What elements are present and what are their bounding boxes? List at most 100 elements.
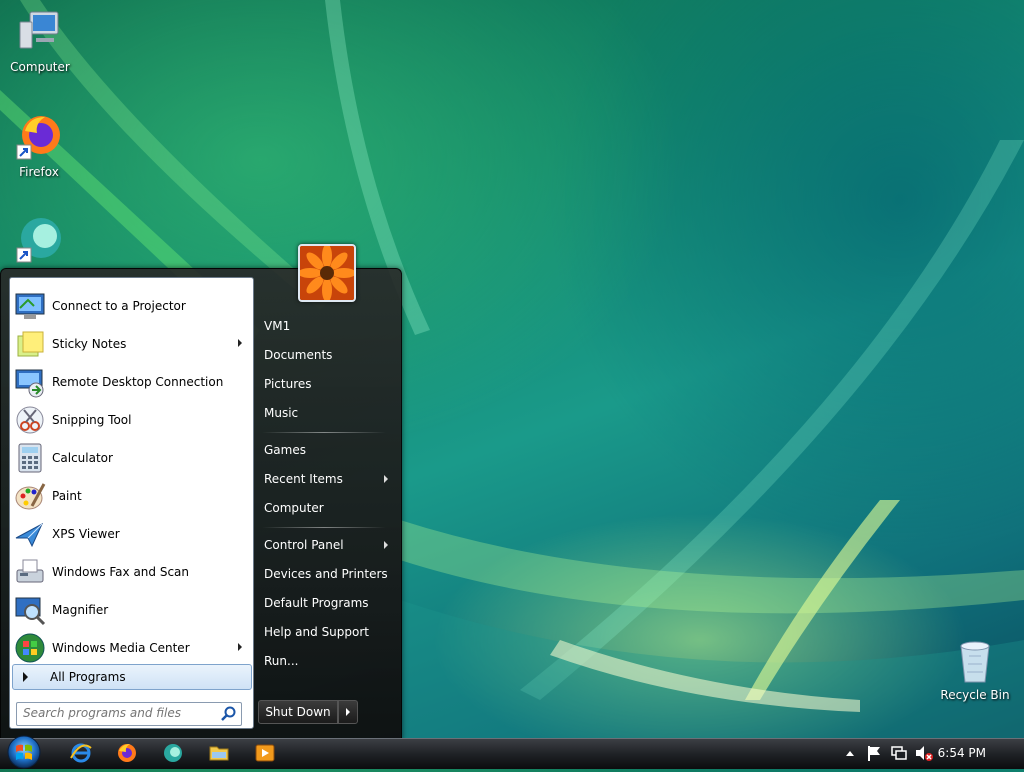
chevron-up-icon [846, 751, 854, 756]
right-item-label: Control Panel [264, 538, 344, 552]
program-label: XPS Viewer [52, 527, 120, 541]
program-label: Calculator [52, 451, 113, 465]
tray-action-center[interactable] [866, 742, 884, 764]
start-right-documents[interactable]: Documents [258, 343, 394, 367]
taskbar-firefox[interactable] [116, 742, 138, 764]
taskbar-media-player[interactable] [254, 742, 276, 764]
desktop-icon-app[interactable] [0, 216, 79, 268]
right-item-label: Documents [264, 348, 333, 362]
desktop-icon-firefox[interactable]: Firefox [0, 113, 79, 179]
desktop-icon-label: Computer [10, 60, 70, 74]
program-label: Magnifier [52, 603, 109, 617]
start-right-devices-and-printers[interactable]: Devices and Printers [258, 562, 394, 586]
all-programs-button[interactable]: All Programs [12, 664, 252, 690]
menu-separator [262, 432, 386, 433]
app-icon [164, 744, 182, 762]
folder-icon [209, 746, 229, 761]
program-label: Remote Desktop Connection [52, 375, 224, 389]
right-item-label: Pictures [264, 377, 312, 391]
start-right-recent-items[interactable]: Recent Items [258, 467, 394, 491]
program-connect-to-projector[interactable]: Connect to a Projector [12, 288, 250, 324]
remote-desktop-icon [14, 366, 46, 398]
start-right-music[interactable]: Music [258, 401, 394, 425]
submenu-arrow-icon [238, 339, 242, 347]
start-button[interactable] [4, 735, 44, 769]
program-label: Windows Media Center [52, 641, 190, 655]
right-item-label: Default Programs [264, 596, 369, 610]
search-icon[interactable] [221, 706, 237, 722]
flag-icon [868, 746, 880, 761]
program-snipping-tool[interactable]: Snipping Tool [12, 402, 250, 438]
program-label: Paint [52, 489, 82, 503]
flower-icon [300, 246, 354, 300]
program-xps-viewer[interactable]: XPS Viewer [12, 516, 250, 552]
tray-show-hidden[interactable] [844, 742, 856, 764]
desktop-icon-recycle-bin[interactable]: Recycle Bin [935, 636, 1015, 702]
play-triangle-icon [23, 672, 28, 682]
windows-logo-icon [7, 735, 41, 769]
right-item-label: Devices and Printers [264, 567, 388, 581]
network-icon [891, 746, 907, 760]
start-right-default-programs[interactable]: Default Programs [258, 591, 394, 615]
taskbar-folder[interactable] [208, 742, 230, 764]
desktop-icon-label: Recycle Bin [940, 688, 1010, 702]
right-item-label: Help and Support [264, 625, 369, 639]
right-item-label: Recent Items [264, 472, 343, 486]
right-item-label: VM1 [264, 319, 291, 333]
right-item-label: Computer [264, 501, 324, 515]
start-right-pictures[interactable]: Pictures [258, 372, 394, 396]
submenu-arrow-icon [238, 643, 242, 651]
calculator-icon [14, 442, 46, 474]
right-item-label: Games [264, 443, 306, 457]
program-sticky-notes[interactable]: Sticky Notes [12, 326, 250, 362]
program-label: Sticky Notes [52, 337, 127, 351]
tray-network[interactable] [890, 742, 908, 764]
submenu-arrow-icon [384, 475, 388, 483]
shutdown-group: Shut Down [258, 700, 358, 724]
firefox-icon [15, 113, 63, 161]
start-right-run[interactable]: Run... [258, 649, 394, 673]
menu-separator [262, 527, 386, 528]
program-windows-fax-and-scan[interactable]: Windows Fax and Scan [12, 554, 250, 590]
start-menu-programs-pane: Connect to a Projector Sticky Notes Remo… [9, 277, 254, 729]
volume-muted-icon [916, 746, 933, 761]
program-label: Snipping Tool [52, 413, 132, 427]
projector-icon [14, 290, 46, 322]
program-windows-media-center[interactable]: Windows Media Center [12, 630, 250, 666]
taskbar-clock[interactable]: 6:54 PM [938, 738, 986, 768]
program-calculator[interactable]: Calculator [12, 440, 250, 476]
program-remote-desktop[interactable]: Remote Desktop Connection [12, 364, 250, 400]
right-item-label: Run... [264, 654, 299, 668]
program-label: Connect to a Projector [52, 299, 186, 313]
magnifier-icon [14, 594, 46, 626]
desktop-icon-computer[interactable]: Computer [0, 8, 80, 74]
start-right-computer[interactable]: Computer [258, 496, 394, 520]
submenu-arrow-icon [384, 541, 388, 549]
media-center-icon [14, 632, 46, 664]
taskbar-internet-explorer[interactable] [70, 742, 92, 764]
program-paint[interactable]: Paint [12, 478, 250, 514]
start-right-vm1[interactable]: VM1 [258, 314, 394, 338]
computer-icon [16, 8, 64, 56]
start-right-help-and-support[interactable]: Help and Support [258, 620, 394, 644]
search-box[interactable] [16, 702, 242, 726]
user-account-picture[interactable] [298, 244, 356, 302]
start-right-games[interactable]: Games [258, 438, 394, 462]
desktop-icon-label: Firefox [19, 165, 59, 179]
chevron-right-icon [346, 708, 350, 716]
media-player-icon [255, 744, 275, 762]
right-item-label: Music [264, 406, 299, 420]
all-programs-label: All Programs [50, 670, 126, 684]
start-right-control-panel[interactable]: Control Panel [258, 533, 394, 557]
tray-volume[interactable] [914, 742, 934, 764]
program-magnifier[interactable]: Magnifier [12, 592, 250, 628]
program-label: Windows Fax and Scan [52, 565, 190, 579]
app-icon [15, 216, 63, 264]
taskbar-app[interactable] [162, 742, 184, 764]
shutdown-options-button[interactable] [338, 700, 358, 724]
paint-palette-icon [14, 480, 46, 512]
sticky-notes-icon [14, 328, 46, 360]
search-input[interactable] [17, 703, 219, 723]
recycle-bin-icon [951, 636, 999, 684]
shutdown-button[interactable]: Shut Down [258, 700, 338, 724]
